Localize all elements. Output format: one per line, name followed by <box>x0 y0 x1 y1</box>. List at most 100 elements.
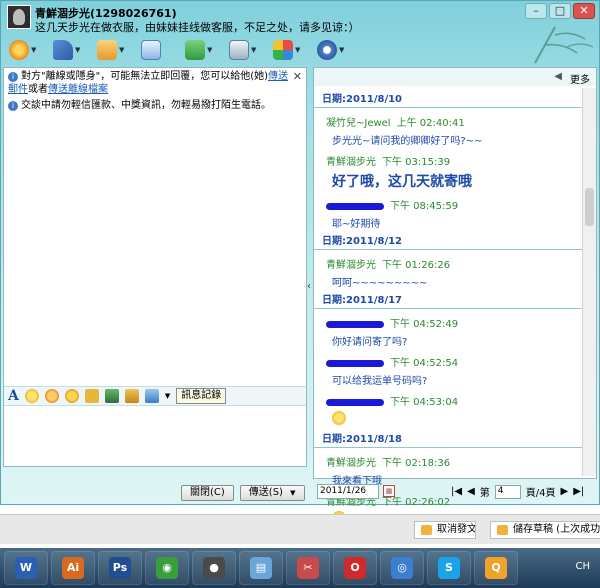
format-toolbar: A ▼ 訊息記錄 <box>4 386 306 406</box>
send-file-icon <box>97 40 117 60</box>
font-icon[interactable]: A <box>8 388 19 404</box>
window-controls: – □ ✕ <box>525 3 595 19</box>
taskbar-app-skype[interactable]: S <box>427 551 471 585</box>
toolbar-apps[interactable]: ▼ <box>273 39 307 61</box>
history-message-meta: 下午 08:45:59 <box>314 197 582 212</box>
history-list: 日期:2011/8/10 凝竹兒~Jewel 上午 02:40:41 步光光~请问我的… <box>314 88 582 528</box>
shake-icon[interactable] <box>64 389 79 403</box>
more-button[interactable]: 更多 <box>570 71 590 86</box>
history-date-header: 日期:2011/8/18 <box>314 432 582 448</box>
history-message-meta: 青鮮涸步光 下午 02:18:36 <box>314 454 582 469</box>
illustrator-icon: Ai <box>62 557 84 579</box>
video-call-icon <box>9 40 29 60</box>
magic-emoticon-icon[interactable] <box>44 389 59 403</box>
message-input[interactable] <box>4 406 306 466</box>
prev-page-button[interactable]: ◀ <box>467 486 475 497</box>
notes-icon: ▤ <box>250 557 272 579</box>
next-page-button[interactable]: ▶ <box>561 486 569 497</box>
history-message-meta: 下午 04:52:49 <box>314 315 582 330</box>
chat-actions: 關閉(C) 傳送(S) ▼ <box>181 485 305 501</box>
history-pager: 2011/1/26 ▦ |◀ ◀ 第 4 頁/4頁 ▶ ▶| <box>313 483 597 501</box>
offline-notice: i 對方"離線或隱身"，可能無法立即回覆，您可以給他(她)傳送郵件或者傳送離線檔案 <box>8 70 288 96</box>
toolbar-remote-assist[interactable]: ▼ <box>229 39 263 61</box>
taskbar-app-safari[interactable]: ◎ <box>380 551 424 585</box>
history-header: ◀ 更多 <box>314 68 596 86</box>
sender-name: 凝竹兒~Jewel <box>326 118 391 129</box>
history-message-text: 呵呵~~~~~~~~~ <box>332 278 428 289</box>
chevron-down-icon[interactable]: ▼ <box>75 46 80 54</box>
message-record-button[interactable]: 訊息記錄 <box>176 388 227 404</box>
message-time: 下午 02:18:36 <box>382 458 451 469</box>
toolbar-send-email[interactable] <box>141 39 175 61</box>
screenshot-icon[interactable] <box>144 389 159 403</box>
speaker-icon[interactable]: ◀ <box>554 71 562 82</box>
taskbar-app-illustrator[interactable]: Ai <box>51 551 95 585</box>
toolbar-voice-call[interactable]: ▼ <box>53 39 87 61</box>
message-time: 下午 03:15:39 <box>382 157 451 168</box>
chevron-down-icon[interactable]: ▼ <box>251 46 256 54</box>
chevron-down-icon[interactable]: ▼ <box>295 46 300 54</box>
taskbar: W Ai Ps ◉ ● ▤ ✂ O ◎ S Q CH <box>0 548 600 588</box>
taskbar-app-photoshop[interactable]: Ps <box>98 551 142 585</box>
toolbar-video-call[interactable]: ▼ <box>9 39 43 61</box>
chevron-down-icon[interactable]: ▼ <box>119 46 124 54</box>
message-time: 下午 01:26:26 <box>382 260 451 271</box>
image-icon[interactable] <box>104 389 119 403</box>
send-offline-file-link[interactable]: 傳送離線檔案 <box>48 84 108 95</box>
taskbar-app-word[interactable]: W <box>4 551 48 585</box>
chevron-down-icon[interactable]: ▼ <box>339 46 344 54</box>
message-time: 上午 02:40:41 <box>396 118 465 129</box>
taskbar-app-opera[interactable]: O <box>333 551 377 585</box>
taskbar-app-notes[interactable]: ▤ <box>239 551 283 585</box>
history-message-meta: 凝竹兒~Jewel 上午 02:40:41 <box>314 114 582 129</box>
send-email-icon <box>141 40 161 60</box>
emoticon-icon[interactable] <box>24 389 39 403</box>
cancel-post-button[interactable]: 取消發文 <box>414 521 476 539</box>
collapse-panel-icon[interactable]: ‹ <box>307 281 311 292</box>
message-time: 下午 04:52:49 <box>390 319 459 330</box>
first-page-button[interactable]: |◀ <box>451 486 462 497</box>
media-icon: ● <box>203 557 225 579</box>
page-controls: |◀ ◀ 第 4 頁/4頁 ▶ ▶| <box>451 484 584 499</box>
language-indicator[interactable]: CH <box>575 561 590 572</box>
maximize-button[interactable]: □ <box>549 3 571 19</box>
toolbar-settings[interactable]: ▼ <box>317 39 351 61</box>
music-icon[interactable] <box>124 389 139 403</box>
page-total-label: 頁/4頁 <box>525 488 556 499</box>
last-page-button[interactable]: ▶| <box>573 486 584 497</box>
toolbar-create-group[interactable]: ▼ <box>185 39 219 61</box>
minimize-button[interactable]: – <box>525 3 547 19</box>
avatar[interactable] <box>7 5 31 29</box>
sender-name: 青鮮涸步光 <box>326 458 376 469</box>
chevron-down-icon[interactable]: ▼ <box>31 46 36 54</box>
page-number-input[interactable]: 4 <box>494 484 521 499</box>
taskbar-app-chrome[interactable]: ◉ <box>145 551 189 585</box>
safety-notice-text: 交談中請勿輕信匯款、中獎資訊，勿輕易撥打陌生電話。 <box>21 100 271 111</box>
send-button-label: 傳送(S) <box>248 487 283 498</box>
page-label: 第 <box>479 488 490 499</box>
history-date-field[interactable]: 2011/1/26 <box>317 484 379 499</box>
taskbar-app-media[interactable]: ● <box>192 551 236 585</box>
send-button[interactable]: 傳送(S) ▼ <box>239 485 305 501</box>
close-window-button[interactable]: ✕ <box>573 3 595 19</box>
chat-toolbar: ▼ ▼ ▼ ▼ ▼ ▼ ▼ <box>9 39 351 61</box>
taskbar-app-qq[interactable]: Q <box>474 551 518 585</box>
notice-close-icon[interactable]: ✕ <box>293 70 302 83</box>
taskbar-app-snipping[interactable]: ✂ <box>286 551 330 585</box>
scrollbar-thumb[interactable] <box>585 188 594 226</box>
save-draft-button[interactable]: 儲存草稿 (上次成功 <box>490 521 600 539</box>
gift-icon[interactable] <box>84 389 99 403</box>
redacted-sender <box>326 320 384 328</box>
history-date-header: 日期:2011/8/10 <box>314 92 582 108</box>
history-scrollbar[interactable] <box>582 88 596 476</box>
calendar-icon[interactable]: ▦ <box>383 485 395 497</box>
word-icon: W <box>15 557 37 579</box>
chevron-down-icon[interactable]: ▼ <box>165 392 170 400</box>
redacted-sender <box>326 398 384 406</box>
close-button[interactable]: 關閉(C) <box>181 485 234 501</box>
sender-name: 青鮮涸步光 <box>326 157 376 168</box>
chevron-down-icon[interactable]: ▼ <box>290 489 295 497</box>
chevron-down-icon[interactable]: ▼ <box>207 46 212 54</box>
redacted-sender <box>326 202 384 210</box>
toolbar-send-file[interactable]: ▼ <box>97 39 131 61</box>
